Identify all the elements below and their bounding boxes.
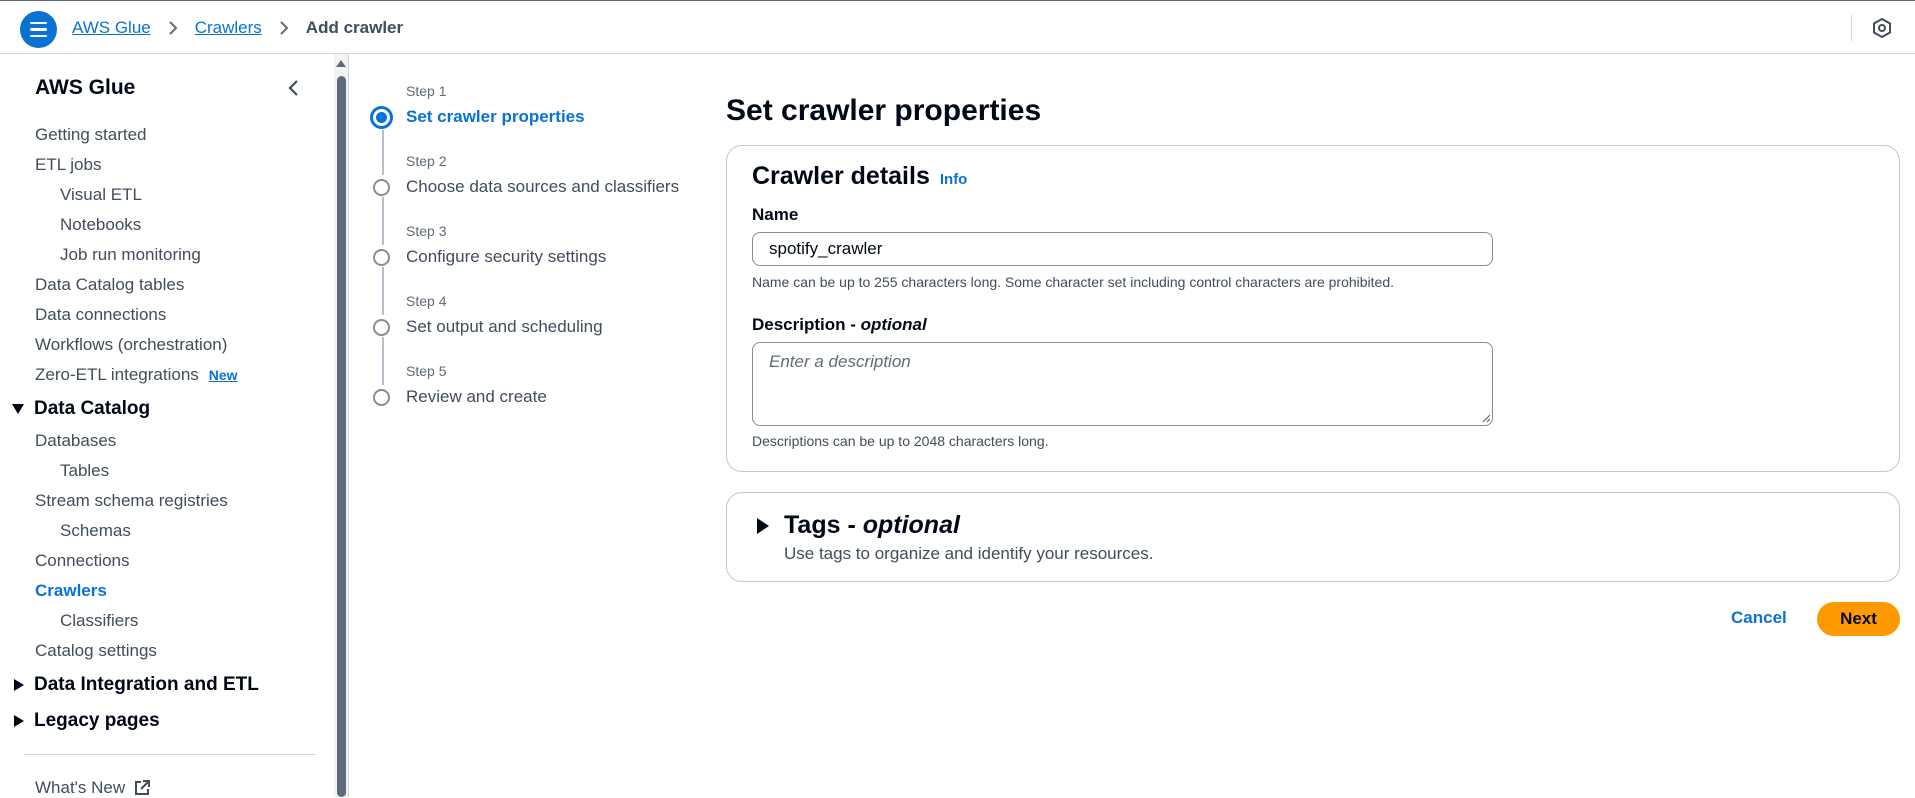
step-1-link[interactable]: Set crawler properties <box>406 107 585 127</box>
description-hint: Descriptions can be up to 2048 character… <box>752 433 1049 449</box>
tags-title-text: Tags - <box>784 511 863 539</box>
sidebar-item-data-catalog-tables[interactable]: Data Catalog tables <box>35 275 184 295</box>
breadcrumb-crawlers[interactable]: Crawlers <box>195 18 262 38</box>
side-navigation: AWS Glue Getting started ETL jobs Visual… <box>0 54 334 797</box>
sidebar-item-zero-etl[interactable]: Zero-ETL integrations New <box>35 365 238 385</box>
section-label: Data Integration and ETL <box>34 674 259 695</box>
section-label: Legacy pages <box>34 710 160 731</box>
info-link[interactable]: Info <box>940 171 968 188</box>
name-label: Name <box>752 205 799 224</box>
sidebar-item-schemas[interactable]: Schemas <box>60 521 131 541</box>
step-connector <box>382 130 384 175</box>
description-placeholder: Enter a description <box>769 352 911 371</box>
step-active-indicator-icon <box>370 106 393 129</box>
caret-down-icon <box>12 404 24 414</box>
tags-header[interactable]: Tags - optional <box>784 511 960 540</box>
sidebar-item-label: Zero-ETL integrations <box>35 365 199 384</box>
step-label: Step 3 <box>406 223 447 239</box>
sidebar-item-etl-jobs[interactable]: ETL jobs <box>35 155 101 175</box>
step-2-link[interactable]: Choose data sources and classifiers <box>406 177 679 197</box>
step-indicator-icon <box>373 179 390 196</box>
sidebar-item-notebooks[interactable]: Notebooks <box>60 215 141 235</box>
scrollbar-thumb[interactable] <box>337 76 346 797</box>
divider <box>1851 15 1852 41</box>
menu-icon[interactable] <box>20 11 57 48</box>
section-data-integration[interactable]: Data Integration and ETL <box>12 674 259 696</box>
scroll-up-arrow-icon[interactable] <box>336 60 346 67</box>
step-indicator-icon <box>373 319 390 336</box>
section-legacy-pages[interactable]: Legacy pages <box>12 710 160 732</box>
step-label: Step 1 <box>406 83 447 99</box>
sidebar-item-getting-started[interactable]: Getting started <box>35 125 147 145</box>
step-3-link[interactable]: Configure security settings <box>406 247 606 267</box>
description-textarea[interactable]: Enter a description <box>752 342 1493 426</box>
card-header: Crawler details Info <box>752 162 967 191</box>
divider <box>24 754 316 755</box>
chevron-right-icon <box>169 21 178 35</box>
sidebar-item-crawlers[interactable]: Crawlers <box>35 581 107 601</box>
sidebar-item-classifiers[interactable]: Classifiers <box>60 611 138 631</box>
step-connector <box>382 337 384 385</box>
caret-right-icon <box>14 679 24 691</box>
sidebar-item-connections[interactable]: Connections <box>35 551 130 571</box>
sidebar-item-job-run-monitoring[interactable]: Job run monitoring <box>60 245 201 265</box>
sidebar-item-data-connections[interactable]: Data connections <box>35 305 166 325</box>
step-label: Step 4 <box>406 293 447 309</box>
chevron-right-icon <box>280 21 289 35</box>
sidebar-item-whats-new[interactable]: What's New <box>35 778 151 798</box>
breadcrumb: AWS Glue Crawlers Add crawler <box>72 18 403 38</box>
sidebar-item-workflows[interactable]: Workflows (orchestration) <box>35 335 227 355</box>
page-title: Set crawler properties <box>726 94 1042 127</box>
step-indicator-icon <box>373 389 390 406</box>
breadcrumb-aws-glue[interactable]: AWS Glue <box>72 18 151 38</box>
section-label: Data Catalog <box>34 398 151 419</box>
card-title: Crawler details <box>752 162 930 190</box>
new-badge: New <box>208 367 238 383</box>
resize-handle-icon[interactable] <box>1481 413 1491 423</box>
step-label: Step 2 <box>406 153 447 169</box>
sidebar-title: AWS Glue <box>35 76 136 99</box>
step-indicator-icon <box>373 249 390 266</box>
optional-label: optional <box>860 315 927 334</box>
sidebar-item-label: What's New <box>35 778 126 797</box>
caret-right-icon[interactable] <box>757 518 769 534</box>
caret-right-icon <box>14 715 24 727</box>
breadcrumb-current: Add crawler <box>305 18 404 37</box>
optional-label: optional <box>862 511 960 539</box>
name-input[interactable] <box>752 232 1493 266</box>
sidebar-item-tables[interactable]: Tables <box>60 461 109 481</box>
sidebar-item-catalog-settings[interactable]: Catalog settings <box>35 641 157 661</box>
sidebar-item-visual-etl[interactable]: Visual ETL <box>60 185 142 205</box>
step-connector <box>382 197 384 245</box>
next-button[interactable]: Next <box>1817 602 1900 636</box>
step-4-link[interactable]: Set output and scheduling <box>406 317 603 337</box>
sidebar-item-stream-schema-registries[interactable]: Stream schema registries <box>35 491 228 511</box>
description-label-text: Description - <box>752 315 861 334</box>
top-navigation-bar: AWS Glue Crawlers Add crawler <box>0 0 1915 54</box>
name-hint: Name can be up to 255 characters long. S… <box>752 274 1395 290</box>
step-5-link[interactable]: Review and create <box>406 387 547 407</box>
settings-icon[interactable] <box>1871 17 1893 39</box>
step-connector <box>382 267 384 315</box>
tags-description: Use tags to organize and identify your r… <box>784 544 1154 563</box>
sidebar-item-databases[interactable]: Databases <box>35 431 116 451</box>
divider <box>348 54 349 797</box>
external-link-icon <box>135 780 151 795</box>
description-label: Description - optional <box>752 315 927 335</box>
section-data-catalog[interactable]: Data Catalog <box>12 398 150 420</box>
cancel-button[interactable]: Cancel <box>1731 608 1787 628</box>
step-label: Step 5 <box>406 363 447 379</box>
collapse-sidebar-icon[interactable] <box>284 78 304 98</box>
